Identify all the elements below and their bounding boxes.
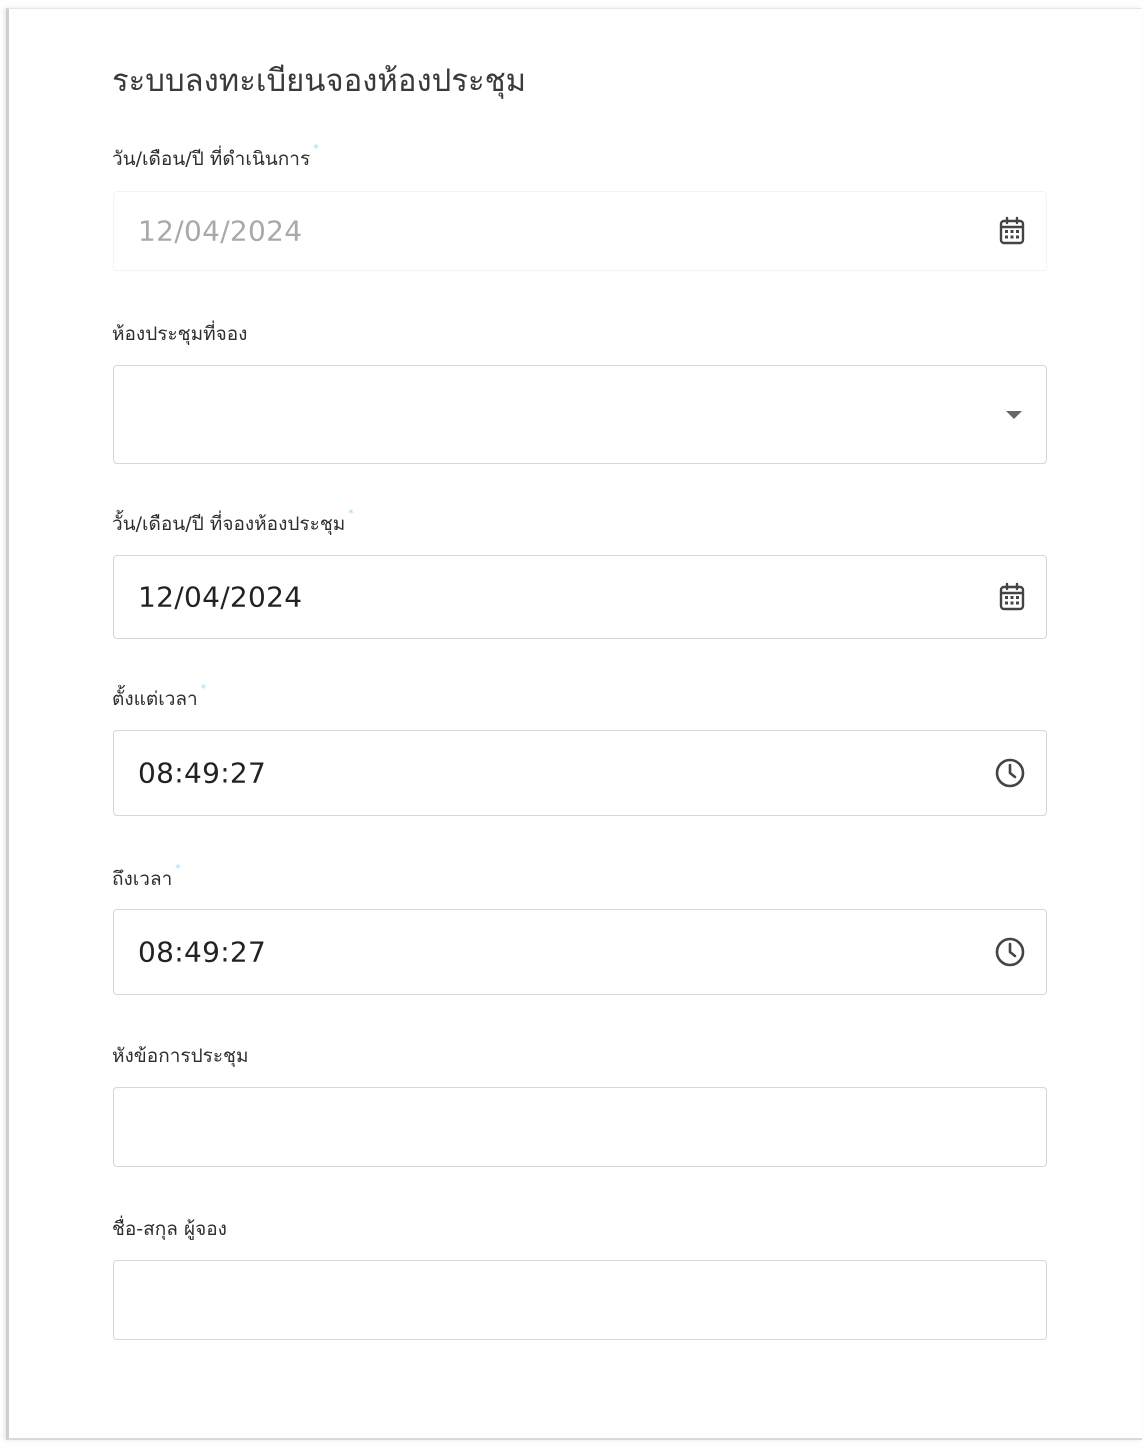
start-time-value: 08:49:27 bbox=[138, 756, 267, 790]
end-time-value: 08:49:27 bbox=[138, 935, 267, 969]
room-label: ห้องประชุมที่จอง bbox=[112, 323, 248, 345]
booker-name-input[interactable] bbox=[113, 1260, 1047, 1340]
room-select[interactable] bbox=[113, 365, 1047, 464]
operation-date-value: 12/04/2024 bbox=[138, 214, 303, 248]
operation-date-label: วัน/เดือน/ปี ที่ดำเนินการ * bbox=[112, 142, 319, 174]
end-time-label-text: ถึงเวลา bbox=[112, 868, 173, 890]
operation-date-label-text: วัน/เดือน/ปี ที่ดำเนินการ bbox=[112, 148, 311, 170]
booker-name-label: ชื่อ-สกุล ผู้จอง bbox=[112, 1218, 227, 1240]
topic-input[interactable] bbox=[113, 1087, 1047, 1167]
start-time-label: ตั้งแต่เวลา * bbox=[112, 682, 207, 714]
required-mark: * bbox=[313, 142, 319, 155]
dropdown-arrow-icon[interactable] bbox=[998, 399, 1030, 431]
required-mark: * bbox=[200, 682, 207, 695]
calendar-icon[interactable] bbox=[996, 581, 1028, 613]
booking-date-field[interactable]: 12/04/2024 bbox=[113, 555, 1047, 639]
topic-label: หังข้อการประชุม bbox=[112, 1045, 249, 1067]
clock-icon[interactable] bbox=[994, 936, 1026, 968]
end-time-field[interactable]: 08:49:27 bbox=[113, 909, 1047, 995]
start-time-label-text: ตั้งแต่เวลา bbox=[112, 688, 198, 710]
start-time-field[interactable]: 08:49:27 bbox=[113, 730, 1047, 816]
booking-date-label-text: วั้น/เดือน/ปี ที่จองห้องประชุม bbox=[112, 513, 346, 535]
calendar-icon bbox=[996, 215, 1028, 247]
clock-icon[interactable] bbox=[994, 757, 1026, 789]
form-title: ระบบลงทะเบียนจองห้องประชุม bbox=[112, 63, 527, 99]
required-mark: * bbox=[348, 507, 354, 520]
required-mark: * bbox=[175, 862, 181, 875]
booking-date-label: วั้น/เดือน/ปี ที่จองห้องประชุม * bbox=[112, 507, 354, 539]
booking-date-value: 12/04/2024 bbox=[138, 580, 303, 614]
operation-date-field: 12/04/2024 bbox=[113, 191, 1047, 271]
end-time-label: ถึงเวลา * bbox=[112, 862, 181, 894]
